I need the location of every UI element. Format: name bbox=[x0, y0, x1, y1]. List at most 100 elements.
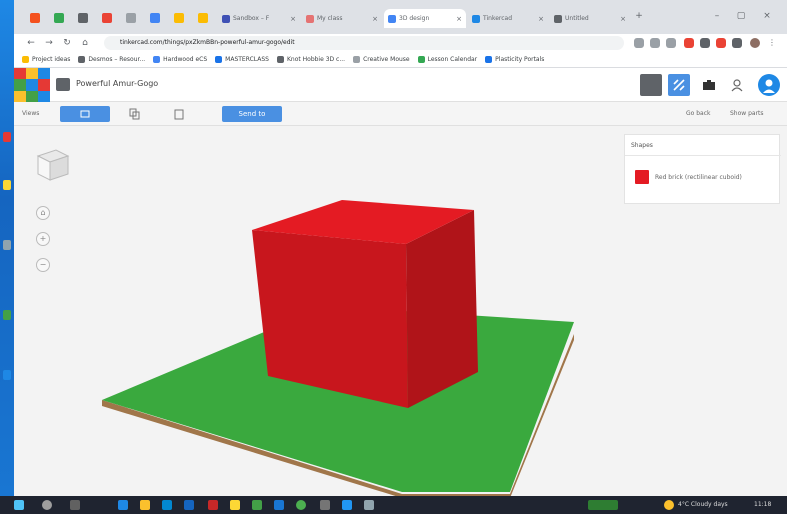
desktop-icon[interactable] bbox=[3, 132, 11, 142]
tab-favicon-icon bbox=[388, 14, 396, 23]
browser-tab[interactable]: Untitled × bbox=[550, 9, 630, 28]
battery-icon[interactable] bbox=[588, 500, 618, 510]
tab-favicon-icon bbox=[306, 14, 314, 23]
tab-favicon-icon bbox=[472, 14, 480, 23]
minimize-icon[interactable]: – bbox=[710, 9, 724, 23]
pinned-tab[interactable] bbox=[78, 13, 88, 23]
start-icon[interactable] bbox=[14, 500, 24, 510]
bookmark-item[interactable]: Lesson Calendar bbox=[417, 56, 477, 63]
briefcase-icon[interactable] bbox=[698, 74, 720, 96]
pinned-tab[interactable] bbox=[30, 13, 40, 23]
extension-icon[interactable] bbox=[666, 38, 676, 48]
3d-viewport[interactable]: ⌂ + − Shapes Red brick (rectilinear cubo… bbox=[14, 126, 787, 496]
design-icon bbox=[56, 78, 70, 91]
tinkercad-logo[interactable] bbox=[14, 68, 50, 102]
bookmark-label: Desmos – Resour... bbox=[88, 56, 146, 63]
store-icon[interactable] bbox=[162, 500, 172, 510]
shape-name: Red brick (rectilinear cuboid) bbox=[655, 174, 742, 181]
browser-tab[interactable]: Sandbox – F × bbox=[218, 9, 300, 28]
bookmark-icon bbox=[153, 56, 161, 63]
app-icon[interactable] bbox=[342, 500, 352, 510]
browser-tab-active[interactable]: 3D design × bbox=[384, 9, 466, 28]
pinned-tab[interactable] bbox=[126, 13, 136, 23]
browser-tab[interactable]: My class × bbox=[302, 9, 382, 28]
maximize-icon[interactable]: ▢ bbox=[734, 9, 748, 23]
desktop-icon[interactable] bbox=[3, 370, 11, 380]
reload-icon[interactable]: ↻ bbox=[60, 36, 74, 50]
blocks-view-icon[interactable] bbox=[668, 74, 690, 96]
bookmark-label: Project ideas bbox=[32, 56, 71, 63]
chrome-icon[interactable] bbox=[296, 500, 306, 510]
menu-icon[interactable]: ⋮ bbox=[768, 38, 778, 48]
weather-icon[interactable] bbox=[664, 500, 674, 510]
mail-icon[interactable] bbox=[184, 500, 194, 510]
app-icon[interactable] bbox=[274, 500, 284, 510]
bookmark-item[interactable]: Plasticity Portals bbox=[485, 56, 544, 63]
home-icon[interactable]: ⌂ bbox=[78, 36, 92, 50]
user-avatar[interactable] bbox=[758, 74, 780, 96]
back-icon[interactable]: ← bbox=[24, 36, 38, 50]
bookmark-item[interactable]: Knot Hobbie 3D c... bbox=[276, 56, 345, 63]
close-icon[interactable]: × bbox=[456, 15, 462, 23]
desktop-icon[interactable] bbox=[3, 240, 11, 250]
file-explorer-icon[interactable] bbox=[140, 500, 150, 510]
add-user-icon[interactable] bbox=[726, 74, 748, 96]
app-icon[interactable] bbox=[364, 500, 374, 510]
pinned-tab[interactable] bbox=[174, 13, 184, 23]
browser-tab[interactable]: Tinkercad × bbox=[468, 9, 548, 28]
close-icon[interactable]: × bbox=[372, 15, 378, 23]
puzzle-icon[interactable] bbox=[732, 38, 742, 48]
close-window-icon[interactable]: × bbox=[760, 9, 774, 23]
extension-icon[interactable] bbox=[700, 38, 710, 48]
forward-icon[interactable]: → bbox=[42, 36, 56, 50]
profile-avatar[interactable] bbox=[750, 38, 760, 48]
send-button[interactable]: Send to bbox=[222, 106, 282, 122]
home-view-icon[interactable]: ⌂ bbox=[36, 206, 50, 220]
zoom-in-icon[interactable]: + bbox=[36, 232, 50, 246]
weather-text[interactable]: 4°C Cloudy days bbox=[678, 501, 728, 508]
view-cube[interactable] bbox=[34, 144, 72, 186]
desktop-icon[interactable] bbox=[3, 310, 11, 320]
paste-icon[interactable] bbox=[166, 106, 192, 122]
search-icon[interactable] bbox=[42, 500, 52, 510]
editor-toolbar: Views Send to Go back Show parts bbox=[14, 102, 787, 126]
app-icon[interactable] bbox=[252, 500, 262, 510]
bookmark-item[interactable]: Creative Mouse bbox=[353, 56, 410, 63]
new-tab-icon[interactable]: + bbox=[632, 9, 646, 23]
close-icon[interactable]: × bbox=[620, 15, 626, 23]
extension-icon[interactable] bbox=[650, 38, 660, 48]
desktop-icon[interactable] bbox=[3, 180, 11, 190]
copy-icon[interactable] bbox=[122, 106, 148, 122]
tab-label: Untitled bbox=[565, 15, 589, 22]
pinned-tab[interactable] bbox=[150, 13, 160, 23]
bookmark-item[interactable]: MASTERCLASS bbox=[215, 56, 269, 63]
close-icon[interactable]: × bbox=[538, 15, 544, 23]
url-field[interactable]: tinkercad.com/things/pxZkmBBn-powerful-a… bbox=[104, 36, 624, 50]
design-title[interactable]: Powerful Amur-Gogo bbox=[76, 79, 158, 88]
extension-icon[interactable] bbox=[684, 38, 694, 48]
go-back-link[interactable]: Go back bbox=[686, 110, 711, 117]
close-icon[interactable]: × bbox=[290, 15, 296, 23]
pinned-tab[interactable] bbox=[102, 13, 112, 23]
view-mode-button[interactable] bbox=[60, 106, 110, 122]
zoom-out-icon[interactable]: − bbox=[36, 258, 50, 272]
clock[interactable]: 11:18 bbox=[754, 501, 771, 508]
bookmark-item[interactable]: Hardwood eCS bbox=[153, 56, 207, 63]
show-parts-link[interactable]: Show parts bbox=[730, 110, 764, 117]
color-swatch[interactable] bbox=[635, 170, 649, 184]
edge-icon[interactable] bbox=[118, 500, 128, 510]
bookmark-item[interactable]: Desmos – Resour... bbox=[78, 56, 145, 63]
task-view-icon[interactable] bbox=[70, 500, 80, 510]
extension-icon[interactable] bbox=[634, 38, 644, 48]
app-icon[interactable] bbox=[230, 500, 240, 510]
pinned-tab[interactable] bbox=[54, 13, 64, 23]
taskbar: 4°C Cloudy days 11:18 bbox=[0, 496, 787, 514]
app-icon[interactable] bbox=[208, 500, 218, 510]
bookmark-icon bbox=[417, 56, 425, 63]
pinned-tab[interactable] bbox=[198, 13, 208, 23]
app-icon[interactable] bbox=[320, 500, 330, 510]
shape-properties-panel: Shapes Red brick (rectilinear cuboid) bbox=[624, 134, 781, 204]
bookmark-item[interactable]: Project ideas bbox=[22, 56, 70, 63]
extension-icon[interactable] bbox=[716, 38, 726, 48]
grid-view-icon[interactable] bbox=[640, 74, 662, 96]
